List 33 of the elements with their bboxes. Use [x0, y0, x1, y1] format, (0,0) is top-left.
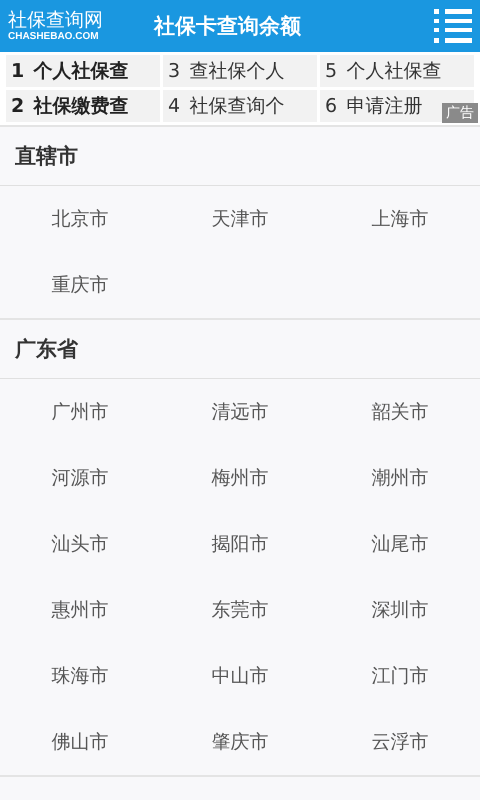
city-link[interactable]: 惠州市 — [52, 597, 108, 623]
city-link[interactable]: 佛山市 — [52, 729, 108, 755]
city-link[interactable]: 东莞市 — [212, 597, 268, 623]
city-link[interactable]: 潮州市 — [372, 465, 428, 491]
city-link[interactable]: 北京市 — [52, 206, 108, 232]
city-link[interactable]: 广州市 — [52, 399, 108, 425]
city-link[interactable]: 汕头市 — [52, 531, 108, 557]
city-link[interactable]: 珠海市 — [52, 663, 108, 689]
city-link[interactable]: 梅州市 — [212, 465, 268, 491]
city-link[interactable]: 中山市 — [212, 663, 268, 689]
ad-link[interactable]: 2 社保缴费查 — [11, 93, 129, 119]
city-link[interactable]: 汕尾市 — [372, 531, 428, 557]
city-link[interactable]: 天津市 — [212, 206, 268, 232]
logo-domain: CHASHEBAO.COM — [8, 31, 100, 43]
ad-link[interactable]: 4 社保查询个 — [168, 93, 285, 119]
ad-link[interactable]: 1 个人社保查 — [11, 58, 129, 84]
city-link[interactable]: 上海市 — [372, 206, 428, 232]
city-link[interactable]: 揭阳市 — [212, 531, 268, 557]
city-link[interactable]: 深圳市 — [372, 597, 428, 623]
city-link[interactable]: 河源市 — [52, 465, 108, 491]
ad-badge: 广告 — [442, 103, 478, 123]
city-link[interactable]: 肇庆市 — [212, 729, 268, 755]
menu-icon[interactable] — [434, 9, 472, 43]
city-link[interactable]: 云浮市 — [372, 729, 428, 755]
logo-text: 社保查询网 — [8, 9, 104, 31]
ad-link[interactable]: 3 查社保个人 — [168, 58, 285, 84]
ad-link[interactable]: 6 申请注册 — [325, 93, 423, 119]
city-link[interactable]: 重庆市 — [52, 272, 108, 298]
ad-link[interactable]: 5 个人社保查 — [325, 58, 442, 84]
city-link[interactable]: 清远市 — [212, 399, 268, 425]
page-title: 社保卡查询余额 — [154, 13, 302, 40]
city-link[interactable]: 江门市 — [372, 663, 428, 689]
city-link[interactable]: 韶关市 — [372, 399, 428, 425]
